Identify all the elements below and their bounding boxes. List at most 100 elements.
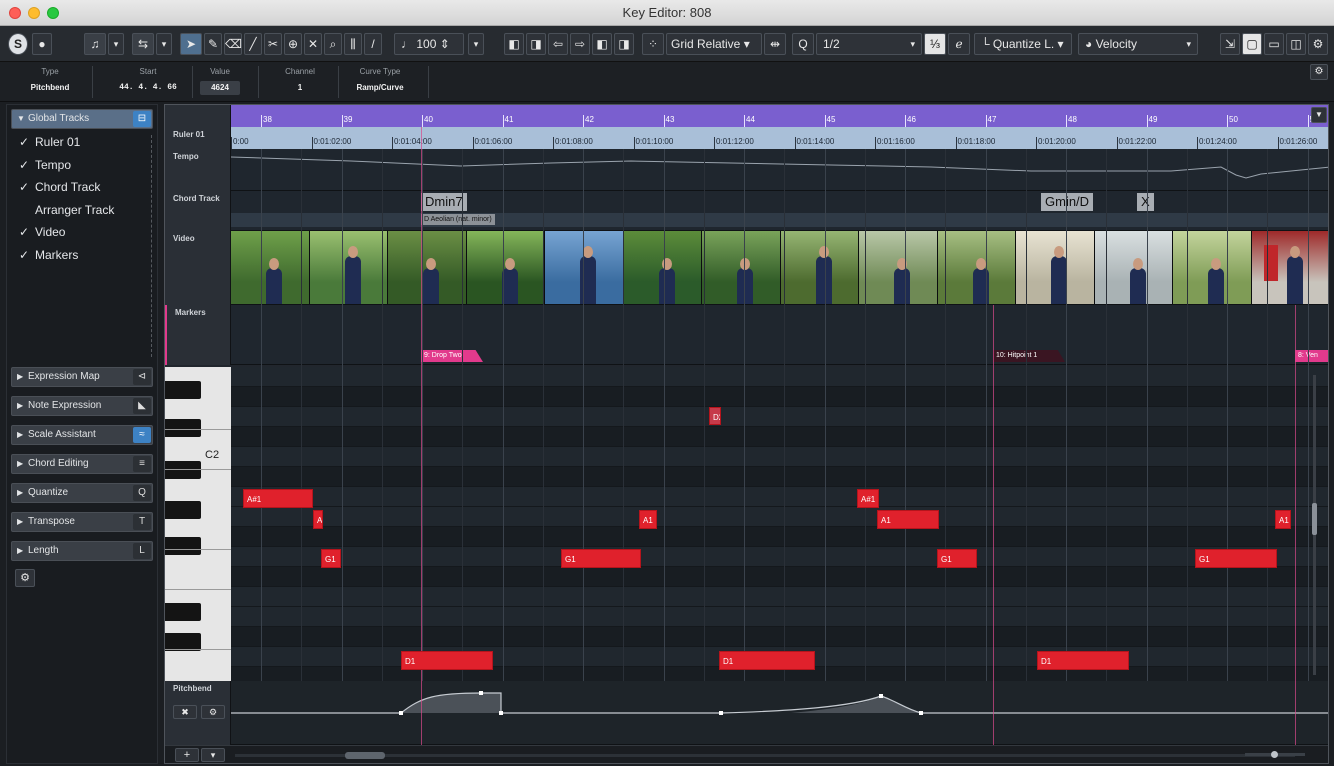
acoustic-feedback-icon[interactable]: ♫ bbox=[84, 33, 106, 55]
global-track-1[interactable]: ✓ Tempo bbox=[19, 158, 71, 172]
section-note-expression[interactable]: ▶ Note Expression ◣ bbox=[11, 396, 153, 416]
section-quantize[interactable]: ▶ Quantize Q bbox=[11, 483, 153, 503]
chord-event-gmin-d[interactable]: Gmin/D bbox=[1041, 193, 1094, 211]
midi-note[interactable]: A#1 bbox=[857, 489, 879, 508]
marker-ven[interactable]: 8: Ven bbox=[1295, 350, 1328, 362]
channel-value[interactable]: 1 bbox=[270, 83, 330, 92]
lower-zone-icon[interactable]: ▭ bbox=[1264, 33, 1284, 55]
horizontal-scrollbar[interactable] bbox=[235, 754, 1295, 757]
value-field[interactable]: 4624 bbox=[200, 81, 240, 95]
midi-note[interactable]: A1 bbox=[1275, 510, 1291, 529]
chevron-down-icon[interactable]: ▾ bbox=[468, 33, 484, 55]
type-value[interactable]: Pitchbend bbox=[20, 83, 80, 92]
global-tracks-icon[interactable]: ⊟ bbox=[133, 111, 151, 127]
midi-note[interactable]: G1 bbox=[321, 549, 341, 568]
midi-note[interactable]: D1 bbox=[401, 651, 493, 670]
midi-note[interactable]: A1 bbox=[877, 510, 939, 529]
global-track-4[interactable]: ✓ Video bbox=[19, 225, 65, 239]
global-track-0[interactable]: ✓ Ruler 01 bbox=[19, 135, 80, 149]
black-key[interactable] bbox=[165, 381, 201, 399]
draw-tool-icon[interactable]: ✎ bbox=[204, 33, 222, 55]
snap-icon[interactable]: ⁘ bbox=[642, 33, 664, 55]
nudge-start-right-icon[interactable]: ◨ bbox=[526, 33, 546, 55]
pitchbend-curve[interactable] bbox=[231, 681, 1329, 745]
glue-tool-icon[interactable]: ⊕ bbox=[284, 33, 302, 55]
section-icon[interactable]: Q bbox=[133, 485, 151, 501]
snap-to-zero-icon[interactable]: ⇹ bbox=[764, 33, 786, 55]
collapse-icon[interactable]: ⇲ bbox=[1220, 33, 1240, 55]
section-chord-editing[interactable]: ▶ Chord Editing ≡ bbox=[11, 454, 153, 474]
chevron-down-icon[interactable]: ▾ bbox=[156, 33, 172, 55]
lane-menu-chevron-down-icon[interactable]: ▾ bbox=[201, 748, 225, 762]
scale-event[interactable]: D Aeolian (nat. minor) bbox=[421, 214, 495, 225]
minimize-window-button[interactable] bbox=[28, 7, 40, 19]
quantize-swing-icon[interactable]: ⅓ bbox=[924, 33, 946, 55]
solo-button[interactable]: S bbox=[8, 33, 28, 55]
horizontal-scroll-thumb[interactable] bbox=[345, 752, 385, 759]
midi-note[interactable]: A bbox=[313, 510, 323, 529]
bar-ruler[interactable] bbox=[231, 105, 1328, 127]
auto-scroll-icon[interactable]: ⇆ bbox=[132, 33, 154, 55]
chord-event-dmin7[interactable]: Dmin7 bbox=[421, 193, 467, 211]
start-value[interactable]: 44. 4. 4. 66 bbox=[108, 83, 188, 92]
erase-tool-icon[interactable]: ⌫ bbox=[224, 33, 242, 55]
global-track-5[interactable]: ✓ Markers bbox=[19, 248, 78, 262]
section-icon[interactable]: ⊲ bbox=[133, 369, 151, 385]
nudge-left-icon[interactable]: ⇦ bbox=[548, 33, 568, 55]
add-lane-button[interactable]: + bbox=[175, 748, 199, 762]
quantize-value-select[interactable]: 1/2 ▾ bbox=[816, 33, 922, 55]
note-grid[interactable] bbox=[231, 367, 1328, 687]
nudge-start-left-icon[interactable]: ◧ bbox=[504, 33, 524, 55]
marker-track[interactable] bbox=[231, 305, 1328, 365]
section-expression-map[interactable]: ▶ Expression Map ⊲ bbox=[11, 367, 153, 387]
nudge-right-icon[interactable]: ⇨ bbox=[570, 33, 590, 55]
section-icon[interactable]: ≈ bbox=[133, 427, 151, 443]
settings-gear-icon[interactable]: ⚙ bbox=[1308, 33, 1328, 55]
section-icon[interactable]: T bbox=[133, 514, 151, 530]
black-key[interactable] bbox=[165, 419, 201, 437]
section-scale-assistant[interactable]: ▶ Scale Assistant ≈ bbox=[11, 425, 153, 445]
midi-note[interactable]: G1 bbox=[1195, 549, 1277, 568]
midi-note[interactable]: G1 bbox=[937, 549, 977, 568]
section-icon[interactable]: L bbox=[133, 543, 151, 559]
pencil-icon[interactable]: / bbox=[364, 33, 382, 55]
zoom-tool-icon[interactable]: ⌕ bbox=[324, 33, 342, 55]
left-zone-settings-icon[interactable]: ⚙ bbox=[15, 569, 35, 587]
record-icon[interactable]: ● bbox=[32, 33, 52, 55]
iterative-quantize-icon[interactable]: ℯ bbox=[948, 33, 970, 55]
black-key[interactable] bbox=[165, 537, 201, 555]
global-tracks-header[interactable]: ▼ Global Tracks ⊟ bbox=[11, 109, 153, 129]
vertical-scroll-thumb[interactable] bbox=[1312, 503, 1317, 535]
info-settings-icon[interactable]: ⚙ bbox=[1310, 64, 1328, 80]
marker-hitpoint-1[interactable]: 10: Hitpoint 1 bbox=[993, 350, 1065, 362]
midi-note[interactable]: D1 bbox=[1037, 651, 1129, 670]
black-key[interactable] bbox=[165, 461, 201, 479]
midi-note[interactable]: D1 bbox=[719, 651, 815, 670]
insert-velocity-field[interactable]: ♩ 100 ⇕ bbox=[394, 33, 464, 55]
ruler-menu-chevron-down-icon[interactable]: ▼ bbox=[1311, 107, 1327, 123]
line-tool-icon[interactable]: ╱ bbox=[244, 33, 262, 55]
nudge-end-left-icon[interactable]: ◧ bbox=[592, 33, 612, 55]
pitchbend-tool-a-icon[interactable]: ✖ bbox=[173, 705, 197, 719]
object-selection-tool-icon[interactable]: ➤ bbox=[180, 33, 202, 55]
curve-type-value[interactable]: Ramp/Curve bbox=[342, 83, 418, 92]
video-track[interactable] bbox=[231, 231, 1328, 305]
close-window-button[interactable] bbox=[9, 7, 21, 19]
chevron-down-icon[interactable]: ▾ bbox=[108, 33, 124, 55]
controller-lane-select[interactable]: ◕ Velocity ▾ bbox=[1078, 33, 1198, 55]
left-zone-icon[interactable]: ▢ bbox=[1242, 33, 1262, 55]
midi-note[interactable]: G1 bbox=[561, 549, 641, 568]
midi-note[interactable]: A#1 bbox=[243, 489, 313, 508]
quantize-preset-select[interactable]: └ Quantize L. ▾ bbox=[974, 33, 1072, 55]
midi-note[interactable]: D2 bbox=[709, 407, 721, 425]
section-icon[interactable]: ≡ bbox=[133, 456, 151, 472]
snap-type-select[interactable]: Grid Relative ▾ bbox=[666, 33, 762, 55]
zoom-window-button[interactable] bbox=[47, 7, 59, 19]
chord-event-x[interactable]: X bbox=[1137, 193, 1154, 211]
midi-note[interactable]: A1 bbox=[639, 510, 657, 529]
trim-tool-icon[interactable]: ⫼ bbox=[344, 33, 362, 55]
section-icon[interactable]: ◣ bbox=[133, 398, 151, 414]
piano-keyboard[interactable]: C2 bbox=[165, 367, 231, 681]
nudge-end-right-icon[interactable]: ◨ bbox=[614, 33, 634, 55]
global-track-3[interactable]: Arranger Track bbox=[19, 203, 114, 217]
